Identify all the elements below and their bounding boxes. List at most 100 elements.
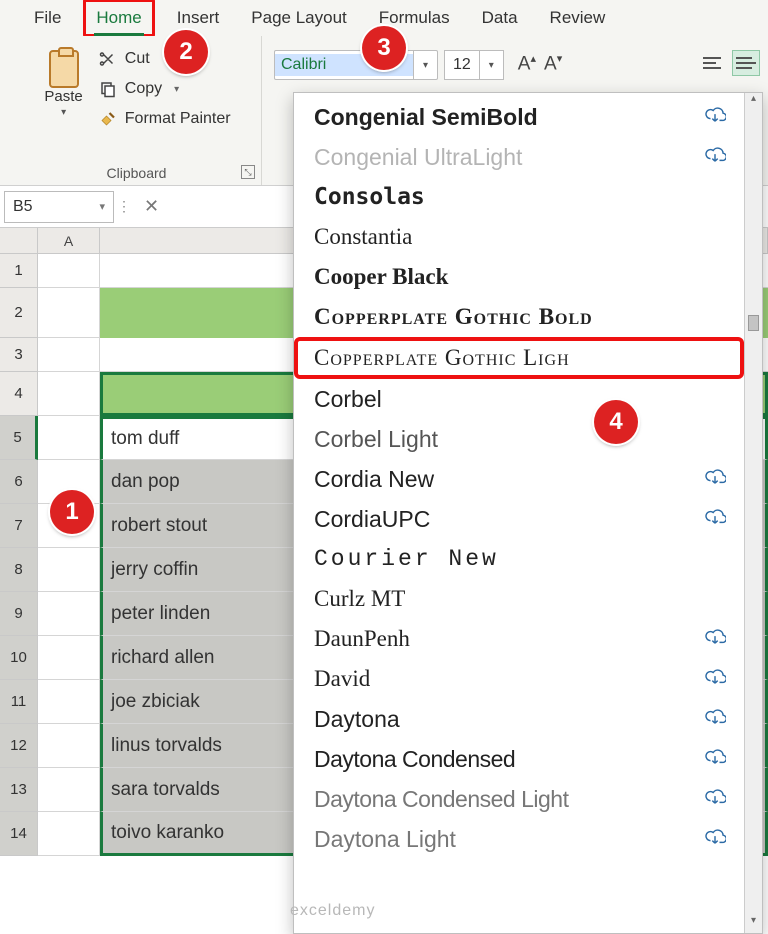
row-header[interactable]: 3 (0, 338, 38, 372)
font-option-label: Courier New (314, 546, 499, 572)
row-header[interactable]: 2 (0, 288, 38, 338)
scroll-thumb[interactable] (748, 315, 759, 331)
row-header[interactable]: 4 (0, 372, 38, 416)
font-option[interactable]: Cooper Black (294, 257, 744, 297)
row-header[interactable]: 14 (0, 812, 38, 856)
font-name-combo[interactable]: ▾ (274, 50, 438, 80)
row-header[interactable]: 10 (0, 636, 38, 680)
increase-font-size-button[interactable]: A▴ (516, 50, 538, 77)
cloud-download-icon (704, 106, 726, 129)
font-dropdown: Congenial SemiBold Congenial UltraLight Co… (293, 92, 763, 934)
select-all-corner[interactable] (0, 228, 38, 253)
font-option[interactable]: Curlz MT (294, 579, 744, 619)
cloud-download-icon (704, 146, 726, 169)
cloud-download-icon (704, 788, 726, 811)
tab-insert[interactable]: Insert (167, 2, 230, 34)
copy-button[interactable]: Copy ▾ (95, 78, 235, 100)
font-list[interactable]: Congenial SemiBold Congenial UltraLight Co… (294, 93, 744, 933)
font-option-label: Curlz MT (314, 586, 405, 612)
font-option-label: David (314, 666, 370, 692)
font-option[interactable]: Corbel Light (294, 419, 744, 459)
scrollbar[interactable]: ▴ ▾ (744, 93, 762, 933)
step-badge-3: 3 (362, 26, 406, 70)
font-option[interactable]: Daytona Light (294, 819, 744, 859)
watermark: exceldemy (290, 902, 375, 920)
row-headers: 1 2 3 4 5 6 7 8 9 10 11 12 13 14 (0, 254, 38, 856)
row-header[interactable]: 13 (0, 768, 38, 812)
font-option[interactable]: Congenial UltraLight (294, 137, 744, 177)
decrease-font-size-button[interactable]: A▾ (542, 50, 564, 77)
font-option[interactable]: Consolas (294, 177, 744, 217)
tab-review[interactable]: Review (540, 2, 616, 34)
chevron-down-icon[interactable]: ▾ (99, 200, 105, 213)
tab-home[interactable]: Home (83, 0, 154, 37)
row-header[interactable]: 5 (0, 416, 38, 460)
scissors-icon (99, 50, 117, 68)
format-painter-label: Format Painter (125, 110, 231, 128)
copy-icon (99, 80, 117, 98)
paste-button[interactable]: Paste ▾ (38, 42, 88, 122)
cloud-download-icon (704, 708, 726, 731)
font-option-label: Copperplate Gothic Bold (314, 304, 593, 330)
row-header[interactable]: 9 (0, 592, 38, 636)
step-badge-2: 2 (164, 30, 208, 74)
font-option-label: Congenial UltraLight (314, 144, 522, 171)
font-option[interactable]: DaunPenh (294, 619, 744, 659)
row-header[interactable]: 6 (0, 460, 38, 504)
tab-data[interactable]: Data (472, 2, 528, 34)
font-option[interactable]: Cordia New (294, 459, 744, 499)
font-option[interactable]: Congenial SemiBold (294, 97, 744, 137)
font-option[interactable]: Corbel (294, 379, 744, 419)
scroll-up-button[interactable]: ▴ (745, 93, 762, 111)
step-badge-1: 1 (50, 490, 94, 534)
clipboard-dialog-launcher[interactable]: ⤡ (241, 165, 255, 179)
step-badge-4: 4 (594, 400, 638, 444)
tab-page-layout[interactable]: Page Layout (241, 2, 356, 34)
font-option-label: Consolas (314, 184, 425, 210)
align-top-button[interactable] (700, 50, 728, 76)
row-header[interactable]: 12 (0, 724, 38, 768)
group-label-clipboard: Clipboard (12, 165, 261, 181)
font-option-label: DaunPenh (314, 626, 410, 652)
font-option-label: Constantia (314, 224, 412, 250)
cloud-download-icon (704, 668, 726, 691)
paste-icon (47, 46, 81, 88)
align-middle-button[interactable] (732, 50, 760, 76)
font-option-label: Cooper Black (314, 264, 448, 290)
cut-label: Cut (125, 50, 150, 68)
format-painter-button[interactable]: Format Painter (95, 108, 235, 130)
font-option-label: Corbel (314, 386, 382, 413)
paste-label: Paste (44, 88, 82, 105)
tab-file[interactable]: File (24, 2, 71, 34)
font-size-dropdown-button[interactable]: ▾ (479, 51, 503, 79)
font-size-combo[interactable]: 12 ▾ (444, 50, 504, 80)
paintbrush-icon (99, 110, 117, 128)
row-header[interactable]: 7 (0, 504, 38, 548)
name-box[interactable]: B5 ▾ (4, 191, 114, 223)
scroll-down-button[interactable]: ▾ (745, 915, 762, 933)
separator: ⋮ (114, 198, 134, 215)
row-header[interactable]: 8 (0, 548, 38, 592)
cloud-download-icon (704, 468, 726, 491)
font-option[interactable]: Copperplate Gothic Bold (294, 297, 744, 337)
font-option-label: Daytona Condensed Light (314, 786, 568, 813)
row-header[interactable]: 11 (0, 680, 38, 724)
font-option[interactable]: Copperplate Gothic Ligh (294, 337, 744, 379)
font-option[interactable]: Daytona Condensed (294, 739, 744, 779)
cloud-download-icon (704, 508, 726, 531)
row-header[interactable]: 1 (0, 254, 38, 288)
font-option-label: Congenial SemiBold (314, 104, 538, 131)
font-option[interactable]: Courier New (294, 539, 744, 579)
font-option-label: Copperplate Gothic Ligh (314, 345, 570, 371)
col-header-a[interactable]: A (38, 228, 100, 253)
cancel-formula-button[interactable]: ✕ (134, 196, 169, 217)
font-option[interactable]: Daytona (294, 699, 744, 739)
font-option[interactable]: CordiaUPC (294, 499, 744, 539)
font-option[interactable]: David (294, 659, 744, 699)
font-option[interactable]: Daytona Condensed Light (294, 779, 744, 819)
font-option[interactable]: Constantia (294, 217, 744, 257)
cloud-download-icon (704, 828, 726, 851)
font-option-label: Daytona Light (314, 826, 456, 853)
clipboard-group: Paste ▾ Cut Copy ▾ (12, 36, 262, 185)
font-name-dropdown-button[interactable]: ▾ (413, 51, 437, 79)
